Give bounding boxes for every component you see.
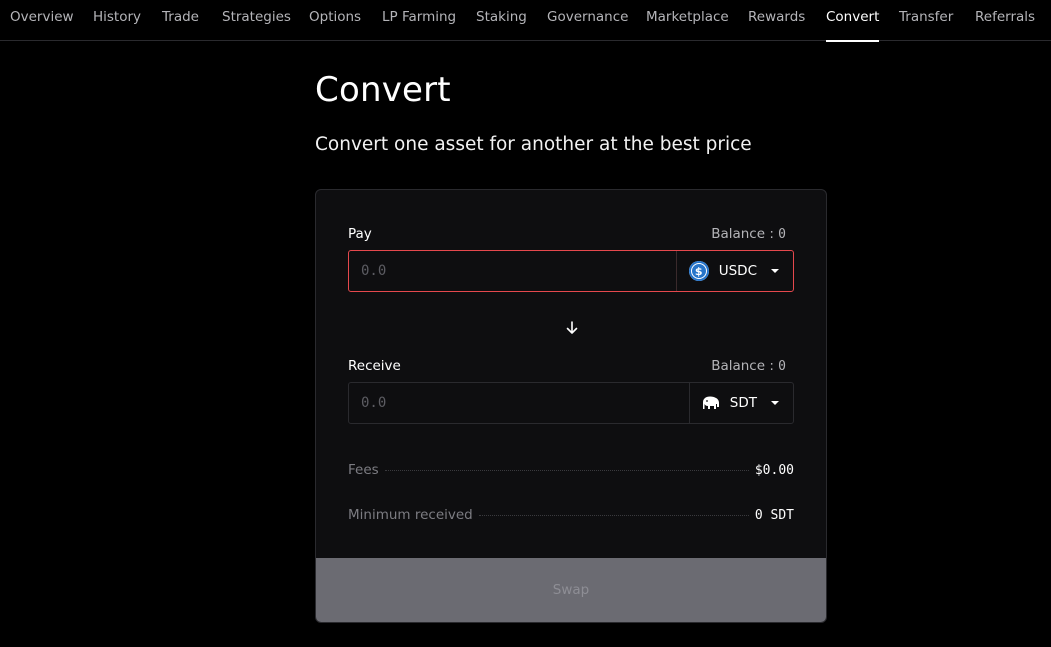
nav-transfer[interactable]: Transfer	[899, 0, 953, 41]
pay-label: Pay	[348, 226, 372, 242]
minimum-received-label: Minimum received	[348, 507, 473, 523]
fees-value: $0.00	[754, 463, 794, 478]
nav-overview[interactable]: Overview	[10, 0, 74, 41]
receive-amount-input[interactable]	[349, 383, 689, 423]
fees-row: Fees $0.00	[348, 462, 794, 478]
pay-balance-value: 0	[778, 227, 786, 242]
nav-rewards[interactable]: Rewards	[748, 0, 805, 41]
nav-strategies[interactable]: Strategies	[222, 0, 291, 41]
nav-convert[interactable]: Convert	[826, 0, 880, 42]
nav-trade[interactable]: Trade	[162, 0, 199, 41]
receive-balance-label: Balance :	[711, 358, 779, 374]
top-navigation: Overview History Trade Strategies Option…	[0, 0, 1051, 42]
pay-balance-label: Balance :	[711, 226, 779, 242]
receive-balance: Balance : 0	[711, 358, 786, 374]
pay-input-group: $ USDC	[348, 250, 794, 292]
caret-down-icon	[771, 401, 779, 405]
nav-lp-farming[interactable]: LP Farming	[382, 0, 456, 41]
convert-card: Pay Balance : 0 $ USDC Receive Balance :…	[315, 189, 827, 623]
receive-balance-value: 0	[778, 359, 786, 374]
receive-token-label: SDT	[729, 395, 757, 411]
dotted-leader	[478, 515, 749, 516]
page-subtitle: Convert one asset for another at the bes…	[315, 134, 752, 155]
arrow-down-icon	[566, 321, 578, 334]
fees-label: Fees	[348, 462, 379, 478]
receive-input-group: SDT	[348, 382, 794, 424]
nav-history[interactable]: History	[93, 0, 141, 41]
page-title: Convert	[315, 70, 451, 110]
dotted-leader	[384, 470, 749, 471]
swap-direction-button[interactable]	[562, 318, 582, 338]
nav-staking[interactable]: Staking	[476, 0, 527, 41]
receive-label: Receive	[348, 358, 401, 374]
pay-token-label: USDC	[718, 263, 757, 279]
caret-down-icon	[771, 269, 779, 273]
usdc-icon: $	[688, 261, 709, 281]
nav-referrals[interactable]: Referrals	[975, 0, 1035, 41]
sdt-elephant-icon	[702, 396, 719, 409]
minimum-received-row: Minimum received 0 SDT	[348, 507, 794, 523]
nav-marketplace[interactable]: Marketplace	[646, 0, 729, 41]
swap-button[interactable]: Swap	[316, 558, 826, 622]
nav-options[interactable]: Options	[309, 0, 361, 41]
receive-token-select[interactable]: SDT	[688, 383, 793, 423]
minimum-received-value: 0 SDT	[754, 508, 794, 523]
pay-amount-input[interactable]	[349, 251, 676, 291]
pay-balance: Balance : 0	[711, 226, 786, 242]
pay-token-select[interactable]: $ USDC	[675, 251, 793, 291]
nav-governance[interactable]: Governance	[547, 0, 628, 41]
